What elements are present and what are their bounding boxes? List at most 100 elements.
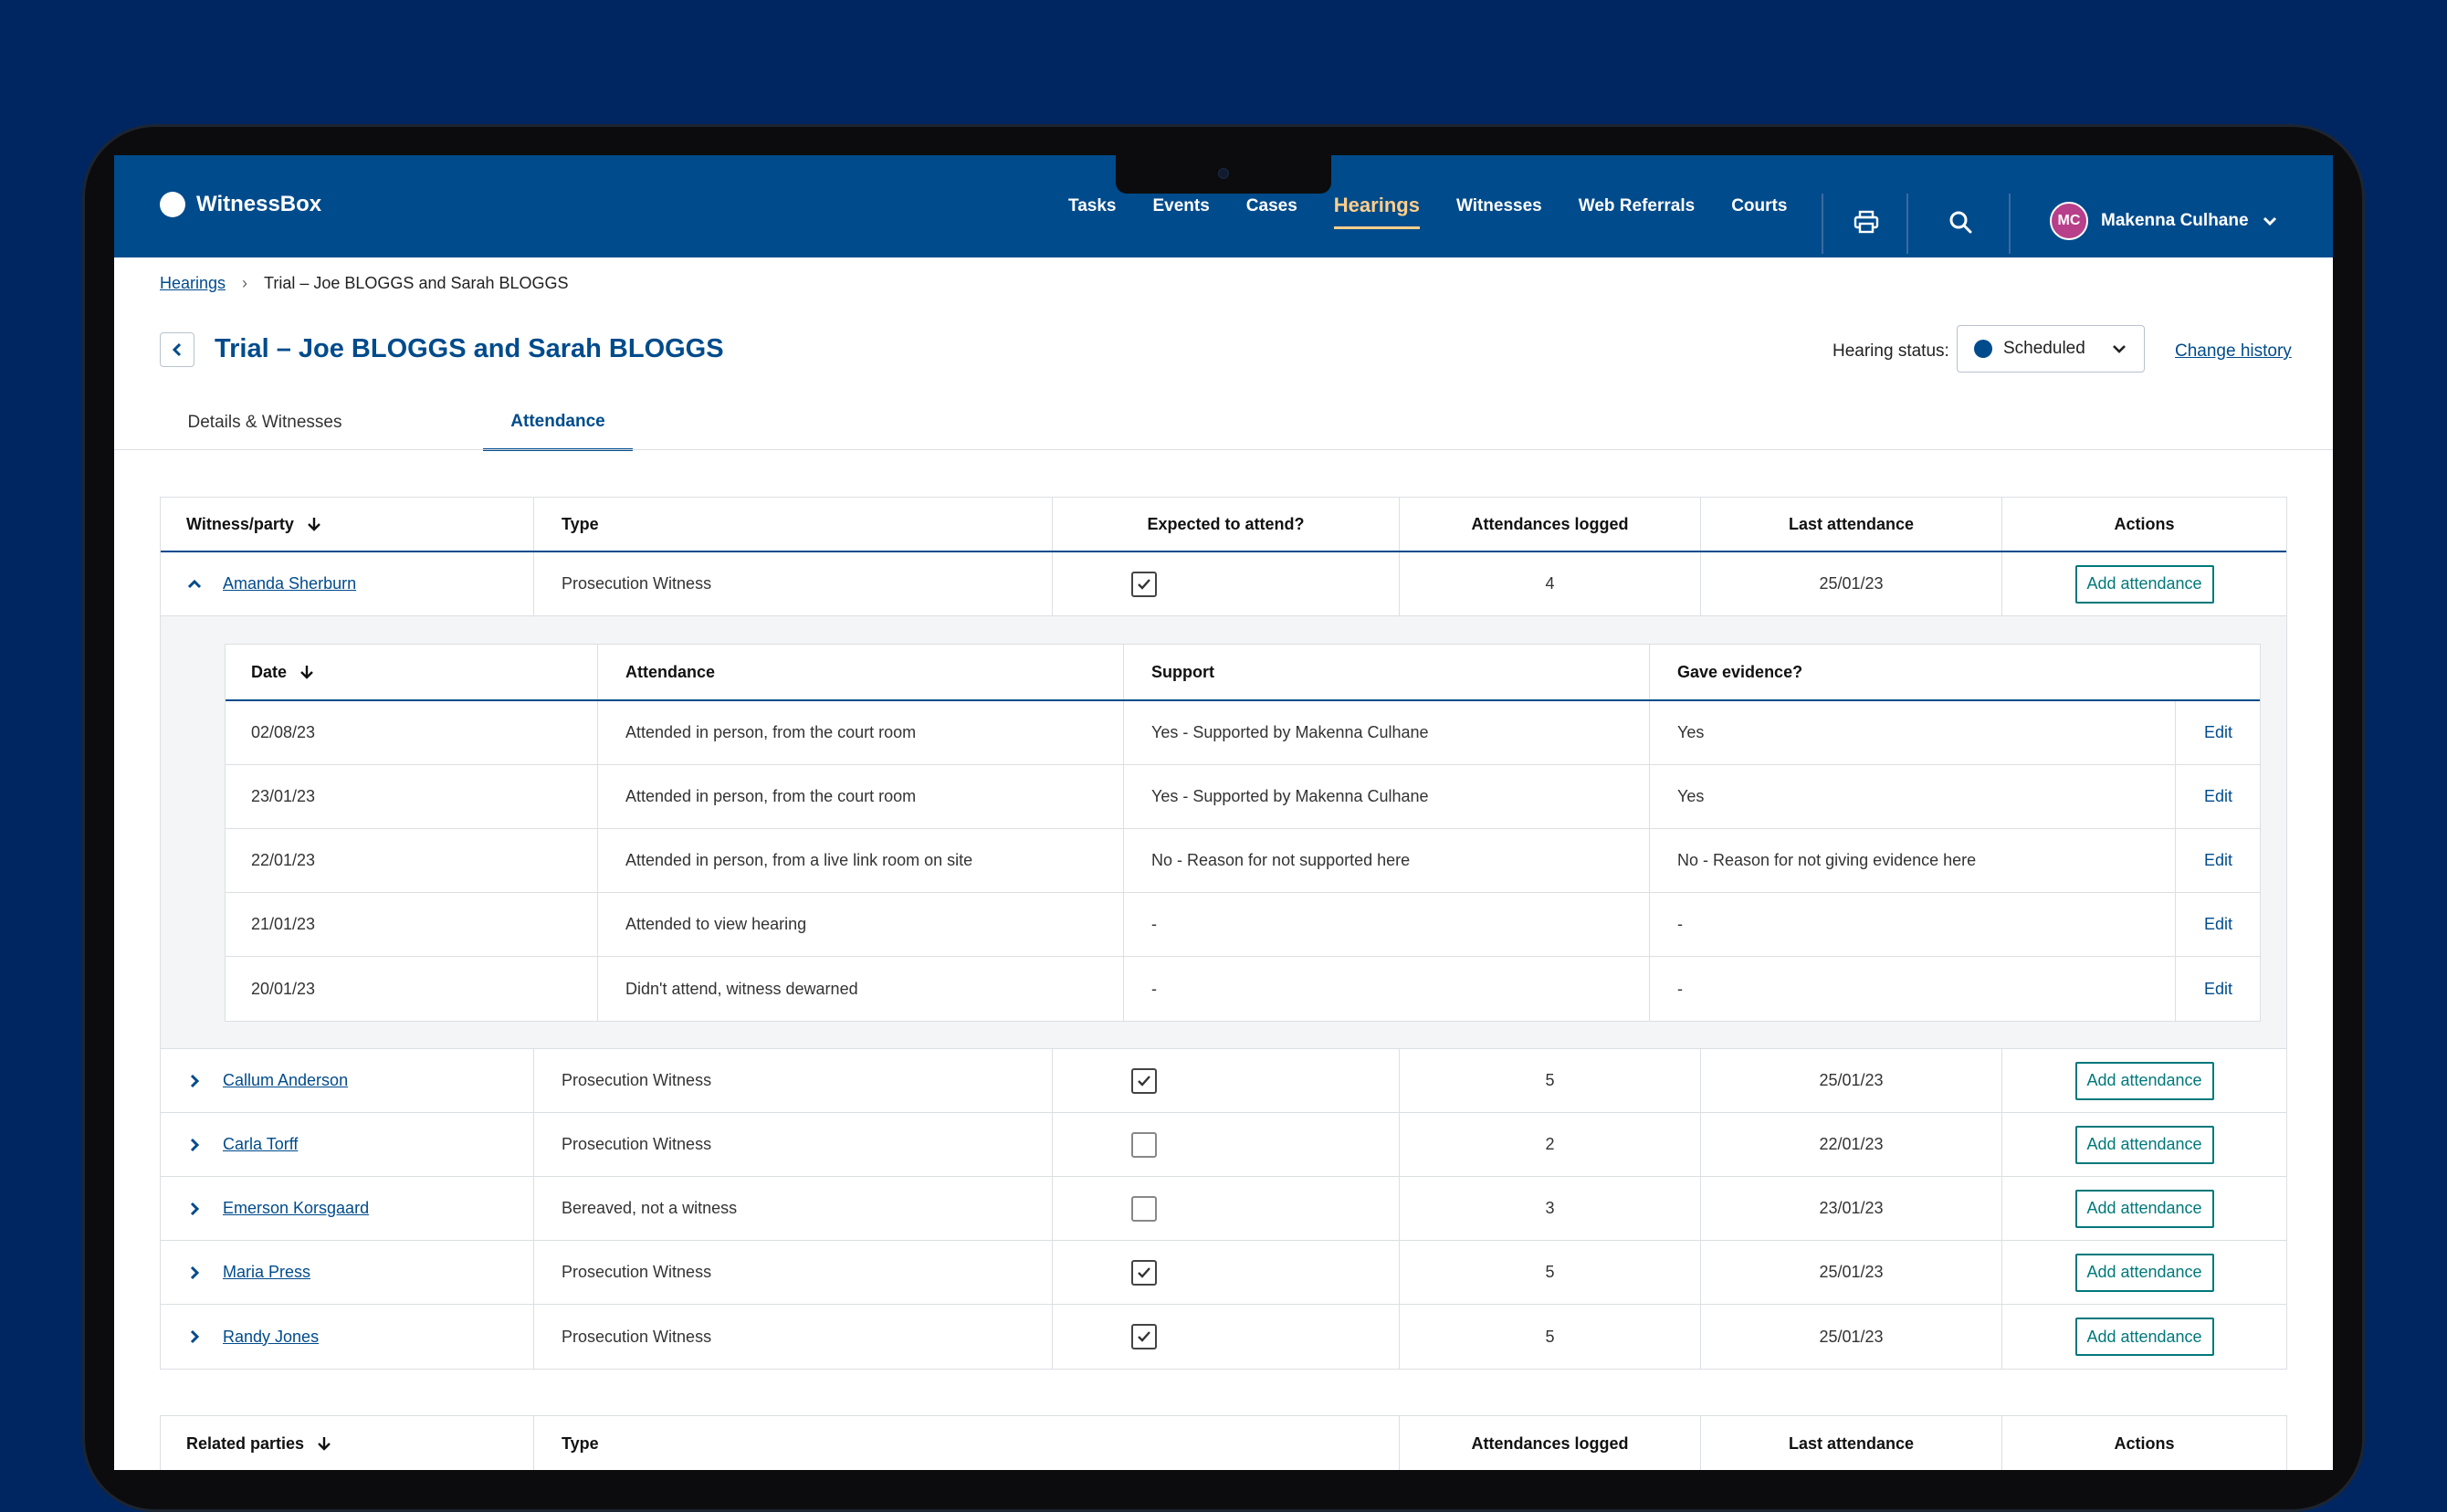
column-header-attendance: Attendance xyxy=(597,645,1123,699)
attendances-logged: 2 xyxy=(1399,1113,1700,1176)
chevron-right-icon[interactable] xyxy=(186,1137,203,1153)
change-history-link[interactable]: Change history xyxy=(2175,341,2292,362)
attendance-date: 23/01/23 xyxy=(251,787,316,805)
column-header-evidence: Gave evidence? xyxy=(1649,645,2261,699)
nav-courts[interactable]: Courts xyxy=(1731,187,1787,226)
witness-cell: Callum Anderson xyxy=(186,1049,348,1112)
user-name: Makenna Culhane xyxy=(2101,211,2249,230)
hearing-status-select[interactable]: Scheduled xyxy=(1957,325,2145,373)
header-divider xyxy=(1906,194,1908,254)
chevron-down-icon xyxy=(2263,216,2276,226)
avatar: MC xyxy=(2050,202,2088,240)
attendance-support: Yes - Supported by Makenna Culhane xyxy=(1123,765,1649,828)
add-attendance-button[interactable]: Add attendance xyxy=(2074,1061,2214,1100)
search-button[interactable] xyxy=(1945,206,1976,237)
nav-tasks[interactable]: Tasks xyxy=(1068,187,1116,226)
breadcrumb-hearings-link[interactable]: Hearings xyxy=(160,274,226,293)
column-header-last: Last attendance xyxy=(1700,498,2001,551)
attendance-date: 20/01/23 xyxy=(251,979,316,998)
witness-type: Prosecution Witness xyxy=(533,552,1052,615)
column-header-related[interactable]: Related parties xyxy=(186,1416,331,1470)
column-header-date[interactable]: Date xyxy=(251,645,314,699)
expected-checkbox[interactable] xyxy=(1131,571,1157,597)
attendance-type: Attended to view hearing xyxy=(597,893,1123,956)
tab-bar: Details & Witnesses Attendance xyxy=(160,394,2287,451)
witness-cell: Amanda Sherburn xyxy=(186,552,356,615)
table-header-row: Related parties Type Attendances logged … xyxy=(161,1416,2286,1470)
table-row: Callum Anderson Prosecution Witness 5 25… xyxy=(161,1049,2286,1113)
sort-arrow-down-icon xyxy=(300,666,313,679)
attendance-subtable: Date Attendance Support Gave evidence? 0… xyxy=(225,644,2261,1022)
witness-name-link[interactable]: Amanda Sherburn xyxy=(223,574,356,593)
print-button[interactable] xyxy=(1851,206,1882,237)
expected-checkbox[interactable] xyxy=(1131,1067,1157,1094)
attendance-detail-panel: Date Attendance Support Gave evidence? 0… xyxy=(161,616,2286,1049)
expected-cell xyxy=(1052,1241,1399,1304)
nav-witnesses[interactable]: Witnesses xyxy=(1456,187,1542,226)
user-menu[interactable]: MC Makenna Culhane xyxy=(2050,202,2278,240)
checkmark-icon xyxy=(1138,1266,1150,1278)
header-divider xyxy=(1822,194,1823,254)
sort-arrow-down-icon xyxy=(308,518,320,531)
add-attendance-button[interactable]: Add attendance xyxy=(2074,564,2214,604)
add-attendance-button[interactable]: Add attendance xyxy=(2074,1318,2214,1356)
attendance-type: Attended in person, from the court room xyxy=(597,765,1123,828)
edit-link[interactable]: Edit xyxy=(2204,723,2232,742)
column-header-label: Witness/party xyxy=(186,514,294,533)
subtable-row: 02/08/23 Attended in person, from the co… xyxy=(226,701,2260,765)
witness-cell: Randy Jones xyxy=(186,1305,319,1369)
tab-details-witnesses[interactable]: Details & Witnesses xyxy=(160,394,370,451)
expected-checkbox[interactable] xyxy=(1131,1195,1157,1222)
expected-checkbox[interactable] xyxy=(1131,1259,1157,1286)
add-attendance-button[interactable]: Add attendance xyxy=(2074,1125,2214,1164)
attendance-date: 02/08/23 xyxy=(251,723,316,741)
attendance-date: 22/01/23 xyxy=(251,851,316,869)
column-header-logged: Attendances logged xyxy=(1399,1416,1700,1470)
subtable-row: 21/01/23 Attended to view hearing - - Ed… xyxy=(226,893,2260,957)
edit-cell: Edit xyxy=(2175,893,2261,956)
witness-name-link[interactable]: Emerson Korsgaard xyxy=(223,1199,369,1218)
table-row: Emerson Korsgaard Bereaved, not a witnes… xyxy=(161,1177,2286,1241)
checkmark-icon xyxy=(1138,1075,1150,1087)
last-attendance: 22/01/23 xyxy=(1700,1113,2001,1176)
nav-web-referrals[interactable]: Web Referrals xyxy=(1579,187,1695,226)
edit-link[interactable]: Edit xyxy=(2204,980,2232,999)
chevron-right-icon[interactable] xyxy=(186,1201,203,1217)
attendance-type: Attended in person, from the court room xyxy=(597,701,1123,764)
attendance-type: Attended in person, from a live link roo… xyxy=(597,829,1123,892)
chevron-right-icon[interactable] xyxy=(186,1328,203,1345)
edit-cell: Edit xyxy=(2175,957,2261,1021)
edit-link[interactable]: Edit xyxy=(2204,787,2232,806)
add-attendance-button[interactable]: Add attendance xyxy=(2074,1253,2214,1292)
edit-link[interactable]: Edit xyxy=(2204,915,2232,934)
witness-name-link[interactable]: Carla Torff xyxy=(223,1135,298,1154)
witness-name-link[interactable]: Maria Press xyxy=(223,1263,310,1282)
app-logo[interactable]: WitnessBox xyxy=(160,192,321,217)
witness-cell: Carla Torff xyxy=(186,1113,298,1176)
edit-link[interactable]: Edit xyxy=(2204,851,2232,870)
column-header-label: Related parties xyxy=(186,1433,305,1453)
add-attendance-button[interactable]: Add attendance xyxy=(2074,1189,2214,1228)
chevron-right-icon[interactable] xyxy=(186,1265,203,1281)
witness-type: Prosecution Witness xyxy=(533,1113,1052,1176)
witness-cell: Emerson Korsgaard xyxy=(186,1177,369,1240)
header-divider xyxy=(2009,194,2011,254)
expected-checkbox[interactable] xyxy=(1131,1131,1157,1158)
expected-checkbox[interactable] xyxy=(1131,1324,1157,1349)
tab-attendance[interactable]: Attendance xyxy=(483,394,633,451)
hearing-status-value: Scheduled xyxy=(2003,339,2085,358)
chevron-right-icon[interactable] xyxy=(186,1073,203,1089)
witness-name-link[interactable]: Randy Jones xyxy=(223,1328,319,1347)
attendance-support: - xyxy=(1123,957,1649,1021)
nav-hearings[interactable]: Hearings xyxy=(1333,184,1420,229)
attendance-date: 21/01/23 xyxy=(251,915,316,933)
checkmark-icon xyxy=(1138,578,1150,590)
edit-cell: Edit xyxy=(2175,701,2261,764)
chevron-down-icon xyxy=(2113,345,2126,353)
table-row: Randy Jones Prosecution Witness 5 25/01/… xyxy=(161,1305,2286,1369)
back-button[interactable] xyxy=(160,332,194,367)
chevron-up-icon[interactable] xyxy=(186,579,203,590)
witness-name-link[interactable]: Callum Anderson xyxy=(223,1071,348,1090)
page-title: Trial – Joe BLOGGS and Sarah BLOGGS xyxy=(215,334,724,363)
column-header-witness[interactable]: Witness/party xyxy=(186,498,321,551)
